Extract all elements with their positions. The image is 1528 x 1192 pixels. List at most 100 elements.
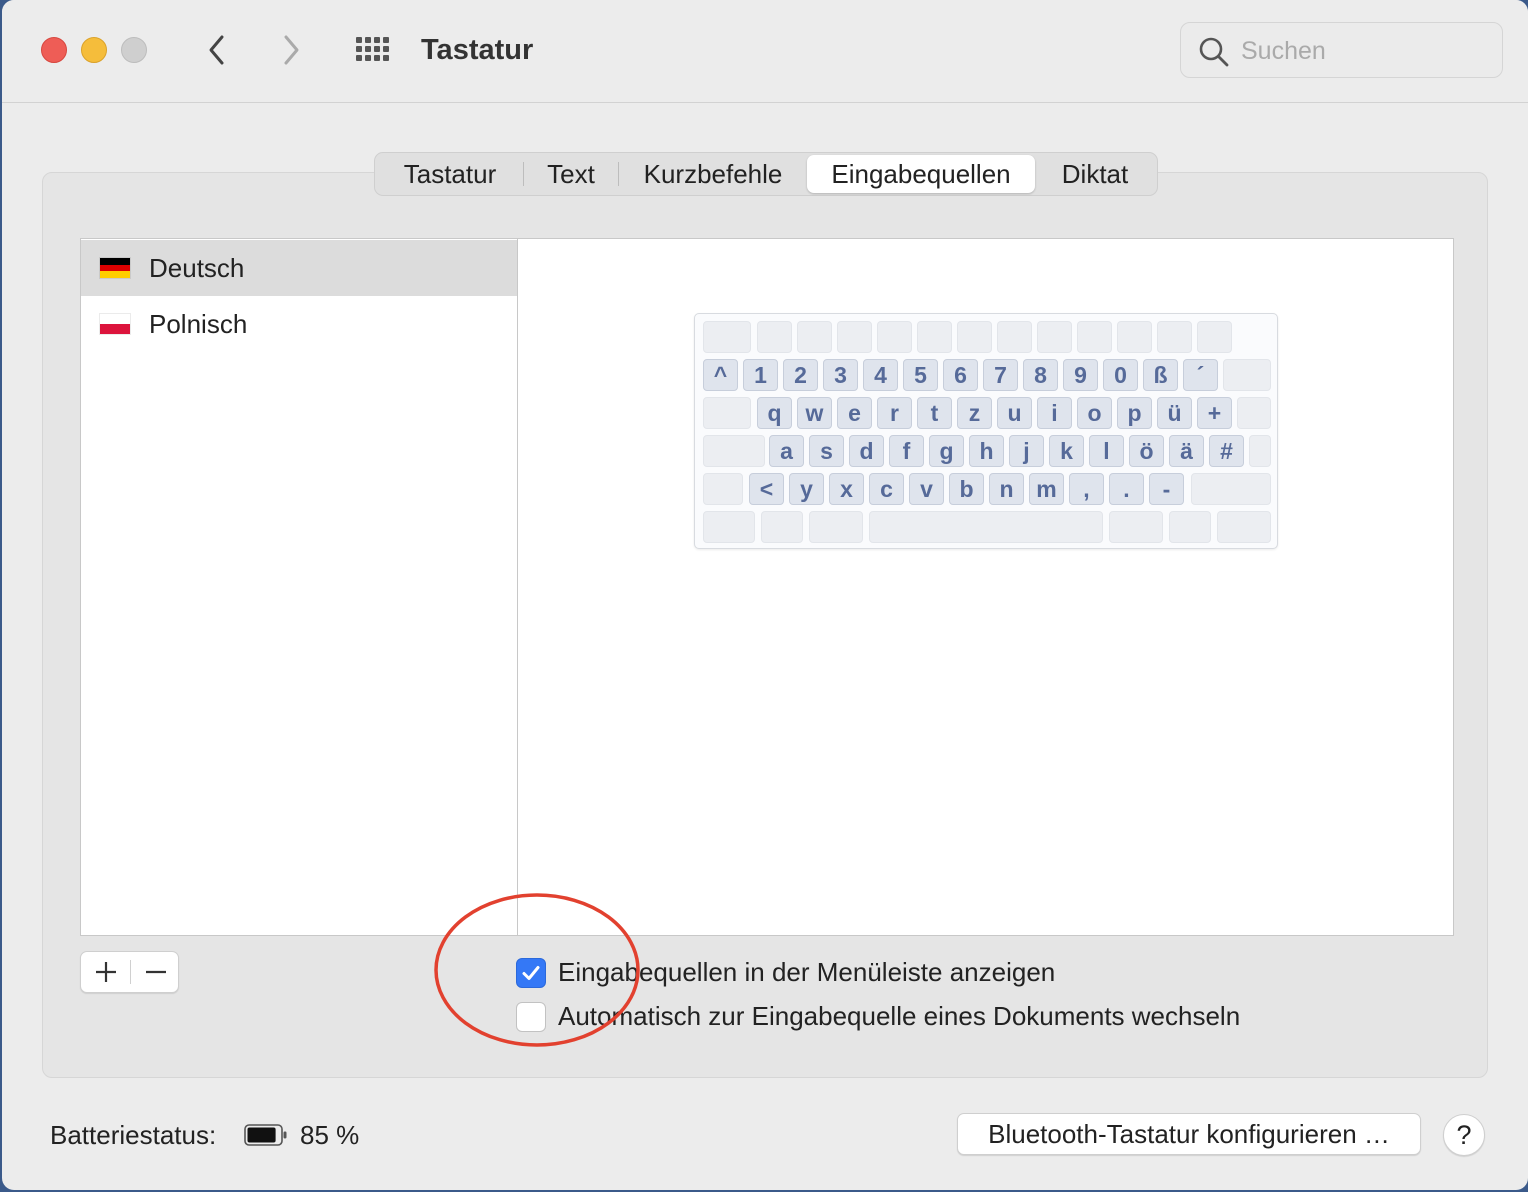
keyboard-key: < [749,473,784,505]
keyboard-key: + [1197,397,1232,429]
keyboard-key-blank [997,321,1032,353]
tab-tastatur[interactable]: Tastatur [377,155,523,193]
keyboard-key: z [957,397,992,429]
search-field[interactable] [1180,22,1503,78]
keyboard-key: s [809,435,844,467]
window-title: Tastatur [421,34,534,66]
battery-status-label: Batteriestatus: [50,1120,217,1150]
keyboard-key-blank [797,321,832,353]
checkmark-icon [522,965,540,980]
germany-flag-icon [99,257,131,279]
keyboard-key: 6 [943,359,978,391]
keyboard-key: ä [1169,435,1204,467]
forward-button[interactable] [276,30,306,70]
keyboard-key-blank [703,321,751,353]
keyboard-key: 0 [1103,359,1138,391]
show-in-menubar-option[interactable]: Eingabequellen in der Menüleiste anzeige… [516,957,1055,988]
keyboard-key: l [1089,435,1124,467]
titlebar: Tastatur [2,0,1528,103]
battery-percent: 85 % [300,1120,360,1150]
keyboard-key-blank [869,511,1103,543]
show-in-menubar-checkbox[interactable] [516,957,546,988]
keyboard-key: x [829,473,864,505]
configure-bluetooth-keyboard-button[interactable]: Bluetooth-Tastatur konfigurieren … [957,1113,1421,1155]
keyboard-key-blank [1249,435,1271,467]
keyboard-key-blank [1169,511,1211,543]
keyboard-key: e [837,397,872,429]
list-item-label: Polnisch [149,308,248,339]
keyboard-key-blank [877,321,912,353]
poland-flag-icon [99,313,131,335]
keyboard-key-blank [1157,321,1192,353]
keyboard-key: c [869,473,904,505]
keyboard-key-blank [1237,397,1271,429]
list-item-label: Deutsch [149,252,245,283]
auto-switch-label: Automatisch zur Eingabequelle eines Doku… [558,1001,1241,1031]
keyboard-key-blank [703,473,743,505]
keyboard-key: . [1109,473,1144,505]
keyboard-key-blank [917,321,952,353]
keyboard-key: 3 [823,359,858,391]
keyboard-key: y [789,473,824,505]
keyboard-key: i [1037,397,1072,429]
keyboard-key: n [989,473,1024,505]
keyboard-key: 4 [863,359,898,391]
keyboard-key: 9 [1063,359,1098,391]
search-input[interactable] [1241,33,1491,69]
tab-diktat[interactable]: Diktat [1035,155,1155,193]
keyboard-key: m [1029,473,1064,505]
keyboard-key-blank [957,321,992,353]
keyboard-key: q [757,397,792,429]
keyboard-key-blank [1217,511,1271,543]
search-icon [1199,37,1229,67]
remove-input-source-button[interactable] [131,952,180,992]
keyboard-key-blank [1117,321,1152,353]
keyboard-key-blank [1109,511,1163,543]
keyboard-key: o [1077,397,1112,429]
keyboard-key-blank [703,511,755,543]
help-button[interactable]: ? [1443,1114,1485,1156]
keyboard-key: v [909,473,944,505]
keyboard-key-blank [757,321,792,353]
keyboard-key-blank [809,511,863,543]
minus-icon [145,970,166,974]
keyboard-key: t [917,397,952,429]
keyboard-key: p [1117,397,1152,429]
keyboard-key: j [1009,435,1044,467]
keyboard-key-blank [837,321,872,353]
keyboard-key-blank [1197,321,1232,353]
zoom-window-button[interactable] [121,37,147,63]
keyboard-key: h [969,435,1004,467]
auto-switch-option[interactable]: Automatisch zur Eingabequelle eines Doku… [516,1001,1240,1032]
add-remove-control [80,951,179,993]
keyboard-key-blank [761,511,803,543]
list-item-polnisch[interactable]: Polnisch [81,296,517,352]
close-window-button[interactable] [41,37,67,63]
keyboard-key: ö [1129,435,1164,467]
keyboard-key-blank [703,397,751,429]
add-input-source-button[interactable] [81,952,130,992]
keyboard-key: b [949,473,984,505]
plus-icon [95,962,116,982]
keyboard-key: 1 [743,359,778,391]
back-button[interactable] [202,30,232,70]
auto-switch-checkbox[interactable] [516,1001,546,1032]
keyboard-key: 2 [783,359,818,391]
keyboard-key: u [997,397,1032,429]
list-item-deutsch[interactable]: Deutsch [81,240,517,296]
show-in-menubar-label: Eingabequellen in der Menüleiste anzeige… [558,957,1056,987]
keyboard-layout-preview: ^ 1 2 3 4 5 6 7 8 9 0 ß ´ q w e r t z u i o p ü + a s d f g h j k l ö ä # < y x… [694,313,1278,549]
tab-text[interactable]: Text [524,155,618,193]
keyboard-key-blank [1223,359,1271,391]
minimize-window-button[interactable] [81,37,107,63]
chevron-left-icon [209,35,224,65]
tab-kurzbefehle[interactable]: Kurzbefehle [619,155,807,193]
keyboard-key: f [889,435,924,467]
input-source-list: Deutsch Polnisch [80,238,518,936]
tab-eingabequellen[interactable]: Eingabequellen [807,155,1035,193]
keyboard-key: 5 [903,359,938,391]
keyboard-key-blank [703,435,765,467]
keyboard-key: ü [1157,397,1192,429]
show-all-grid-button[interactable] [354,35,394,65]
keyboard-key-blank [1077,321,1112,353]
